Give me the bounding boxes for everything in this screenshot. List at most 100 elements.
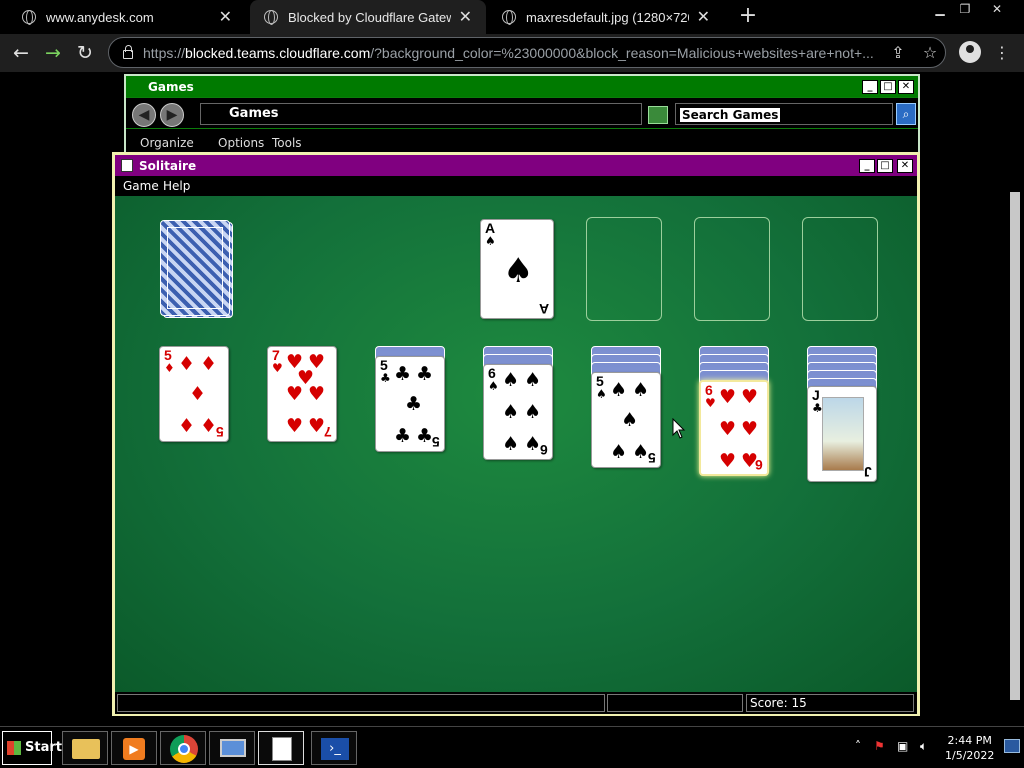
- card-pip: ♦: [200, 353, 218, 375]
- card-pip: ♠: [610, 379, 628, 401]
- card-pip: ♠: [502, 369, 520, 391]
- tableau-6-card[interactable]: 6 ♥ ♥ ♥ ♥ ♥ ♥ ♥ 6: [699, 380, 769, 476]
- remote-desktop-taskbar-icon[interactable]: [209, 731, 255, 765]
- solitaire-menu-bar: Game Help: [115, 176, 917, 196]
- card-rank: 6: [705, 382, 713, 398]
- minimize-icon[interactable]: _: [859, 159, 875, 173]
- close-icon[interactable]: ✕: [898, 80, 914, 94]
- card-pip: ♠: [524, 369, 542, 391]
- card-rank-bottom: A: [538, 301, 549, 317]
- menu-help[interactable]: Help: [163, 179, 190, 193]
- menu-tools[interactable]: Tools: [272, 136, 302, 150]
- card-table: A ♠ ♠ A 5 ♦ ♦ ♦ ♦ ♦ ♦ 5 7 ♥ ♥ ♥ ♥ ♥ ♥ ♥: [115, 196, 917, 692]
- card-pip: ♥: [308, 383, 326, 405]
- terminal-icon: ›_: [321, 738, 349, 760]
- search-icon[interactable]: ⌕: [896, 103, 916, 125]
- address-bar[interactable]: https://blocked.teams.cloudflare.com/?ba…: [108, 37, 946, 68]
- file-explorer-taskbar-icon[interactable]: [62, 731, 108, 765]
- card-rank: 6: [488, 365, 496, 381]
- clock[interactable]: 2:44 PM 1/5/2022: [945, 733, 994, 763]
- forward-arrow-icon[interactable]: →: [42, 42, 64, 64]
- minimize-icon[interactable]: ▁: [928, 2, 952, 18]
- forward-arrow-icon[interactable]: ▶: [160, 103, 184, 127]
- solitaire-title: Solitaire: [115, 155, 917, 176]
- start-button[interactable]: Start: [2, 731, 62, 765]
- solitaire-window: Solitaire _ □ ✕ Game Help A ♠ ♠ A 5 ♦ ♦ …: [112, 152, 920, 716]
- tableau-2-card[interactable]: 7 ♥ ♥ ♥ ♥ ♥ ♥ ♥ ♥ 7: [267, 346, 337, 442]
- url-scheme: https://: [143, 44, 186, 61]
- card-rank-bottom: 7: [324, 424, 332, 440]
- card-suit: ♠: [596, 387, 607, 401]
- kebab-menu-icon[interactable]: ⋮: [992, 43, 1012, 62]
- globe-icon: [502, 10, 516, 25]
- tableau-4-card[interactable]: 6 ♠ ♠ ♠ ♠ ♠ ♠ ♠ 6: [483, 364, 553, 460]
- share-icon[interactable]: ⇪: [888, 43, 908, 62]
- foundation-slot-4[interactable]: [802, 217, 878, 321]
- tableau-1-card[interactable]: 5 ♦ ♦ ♦ ♦ ♦ ♦ 5: [159, 346, 229, 442]
- page-scrollbar[interactable]: [1008, 190, 1022, 720]
- card-pip: ♥: [719, 386, 737, 408]
- refresh-icon[interactable]: [648, 106, 668, 124]
- tab-anydesk[interactable]: www.anydesk.com ✕: [8, 0, 246, 34]
- start-label: Start: [25, 740, 62, 755]
- foundation-slot-2[interactable]: [586, 217, 662, 321]
- card-pip: ♦: [178, 353, 196, 375]
- restore-icon[interactable]: ❐: [953, 2, 977, 18]
- action-center-flag-icon[interactable]: ⚑: [874, 739, 885, 753]
- clock-time: 2:44 PM: [947, 734, 992, 747]
- tableau-7-card[interactable]: J ♣ J: [807, 386, 877, 482]
- mouse-cursor-icon: [672, 418, 686, 439]
- games-path[interactable]: Games: [200, 103, 642, 125]
- search-games-input[interactable]: Search Games: [675, 103, 893, 125]
- powershell-taskbar-icon[interactable]: ›_: [311, 731, 357, 765]
- url-path: /?background_color=%23000000&block_reaso…: [370, 44, 874, 61]
- menu-organize[interactable]: Organize: [140, 136, 194, 150]
- close-icon[interactable]: ✕: [897, 159, 913, 173]
- close-icon[interactable]: ✕: [219, 7, 232, 27]
- card-pip: ♣: [394, 425, 412, 447]
- tray-chevron-up-icon[interactable]: ˄: [855, 739, 861, 753]
- solitaire-taskbar-icon[interactable]: [258, 731, 304, 765]
- card-pip: ♠: [502, 433, 520, 455]
- card-rank-bottom: 5: [432, 434, 440, 450]
- close-window-icon[interactable]: ✕: [985, 2, 1009, 18]
- card-rank: 5: [164, 347, 172, 363]
- tab-maxresdefault[interactable]: maxresdefault.jpg (1280×720) ✕: [488, 0, 724, 34]
- menu-game[interactable]: Game: [123, 179, 159, 193]
- tableau-3-card[interactable]: 5 ♣ ♣ ♣ ♣ ♣ ♣ 5: [375, 356, 445, 452]
- show-desktop-icon[interactable]: [1004, 739, 1020, 753]
- tableau-5-card[interactable]: 5 ♠ ♠ ♠ ♠ ♠ ♠ 5: [591, 372, 661, 468]
- tab-label: www.anydesk.com: [46, 9, 154, 25]
- back-arrow-icon[interactable]: ←: [10, 42, 32, 64]
- card-pip: ♥: [286, 415, 304, 437]
- media-player-taskbar-icon[interactable]: ▶: [111, 731, 157, 765]
- card-pip: ♠: [502, 401, 520, 423]
- reload-icon[interactable]: ↻: [74, 42, 96, 64]
- card-pip: ♠: [610, 441, 628, 463]
- bookmark-star-icon[interactable]: ☆: [920, 43, 940, 62]
- card-pip: ♥: [308, 415, 326, 437]
- foundation-1-card[interactable]: A ♠ ♠ A: [480, 219, 554, 319]
- network-icon[interactable]: ▣: [897, 739, 908, 753]
- volume-icon[interactable]: 🔈︎: [920, 739, 927, 754]
- foundation-slot-3[interactable]: [694, 217, 770, 321]
- scrollbar-thumb[interactable]: [1010, 192, 1020, 700]
- card-pip: ♣: [405, 393, 423, 415]
- close-icon[interactable]: ✕: [697, 7, 710, 27]
- profile-avatar-icon[interactable]: [959, 41, 981, 63]
- chrome-taskbar-icon[interactable]: [160, 731, 206, 765]
- card-pip: ♠: [632, 441, 650, 463]
- card-center-pip: ♠: [503, 251, 534, 291]
- maximize-icon[interactable]: □: [880, 80, 896, 94]
- back-arrow-icon[interactable]: ◀: [132, 103, 156, 127]
- minimize-icon[interactable]: _: [862, 80, 878, 94]
- maximize-icon[interactable]: □: [877, 159, 893, 173]
- stock-card-back[interactable]: [160, 220, 230, 316]
- card-pip: ♥: [286, 383, 304, 405]
- menu-options[interactable]: Options: [218, 136, 264, 150]
- card-pip: ♥: [741, 386, 759, 408]
- tab-cloudflare[interactable]: Blocked by Cloudflare Gateway ✕: [250, 0, 486, 34]
- close-icon[interactable]: ✕: [459, 7, 472, 27]
- new-tab-icon[interactable]: +: [737, 5, 759, 27]
- solitaire-app-icon: [121, 159, 133, 172]
